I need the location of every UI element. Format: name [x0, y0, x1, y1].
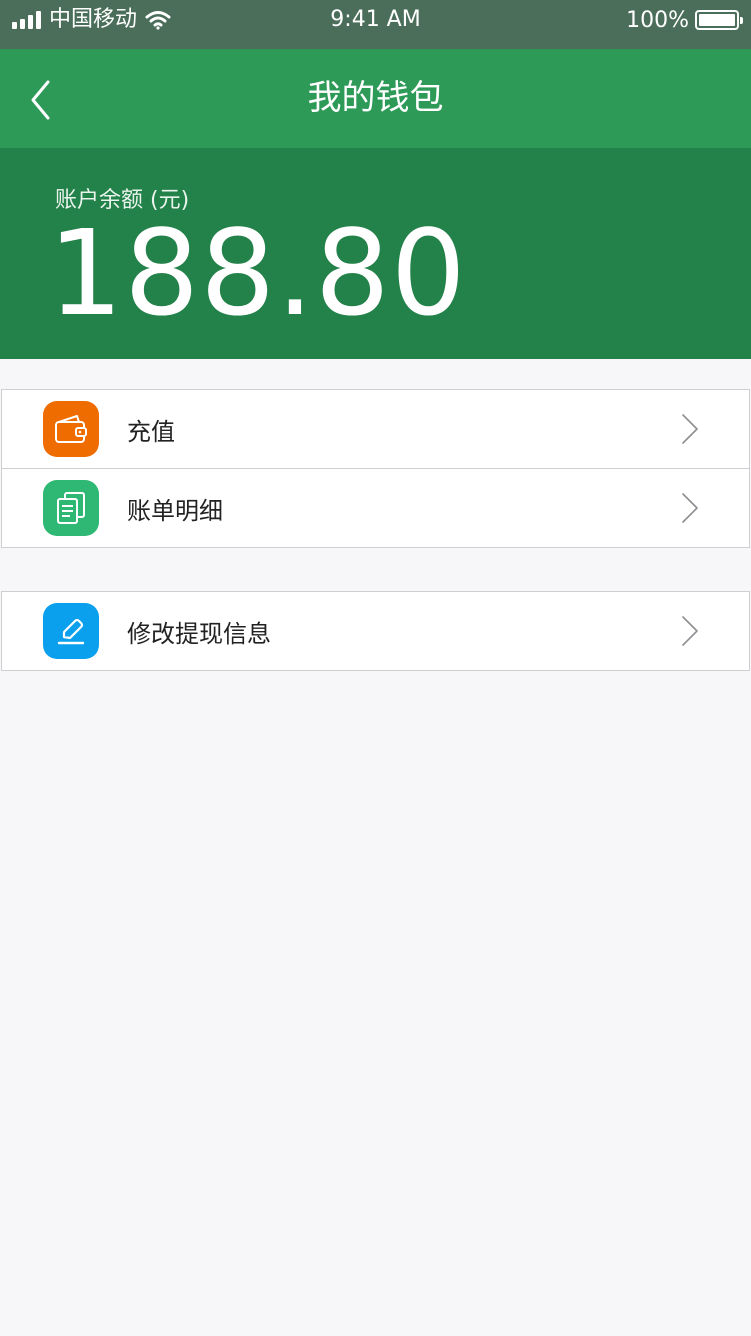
status-right: 100% — [626, 0, 743, 40]
menu-item-recharge[interactable]: 充值 — [2, 390, 749, 468]
chevron-right-icon — [682, 616, 698, 646]
battery-icon — [695, 10, 743, 30]
battery-percent: 100% — [626, 7, 689, 33]
menu-label-bill-details: 账单明细 — [127, 496, 223, 525]
page-title: 我的钱包 — [307, 78, 444, 118]
balance-panel: 账户余额 (元) 188.80 — [0, 148, 751, 359]
menu-item-bill-details[interactable]: 账单明细 — [2, 468, 749, 547]
menu-group-withdraw: 修改提现信息 — [1, 591, 750, 671]
back-button[interactable] — [18, 73, 68, 125]
chevron-right-icon — [682, 493, 698, 523]
wallet-icon — [43, 401, 99, 457]
nav-bar: 我的钱包 — [0, 49, 751, 148]
edit-icon — [43, 603, 99, 659]
chevron-right-icon — [682, 414, 698, 444]
menu-label-recharge: 充值 — [127, 417, 175, 446]
menu-group-wallet: 充值 账单明细 — [1, 389, 750, 548]
menu-item-edit-withdraw-info[interactable]: 修改提现信息 — [2, 592, 749, 670]
balance-amount: 188.80 — [48, 204, 467, 342]
status-bar: 中国移动 9:41 AM 100% — [0, 0, 751, 49]
documents-icon — [43, 480, 99, 536]
menu-label-edit-withdraw-info: 修改提现信息 — [127, 619, 271, 648]
chevron-left-icon — [31, 80, 50, 120]
